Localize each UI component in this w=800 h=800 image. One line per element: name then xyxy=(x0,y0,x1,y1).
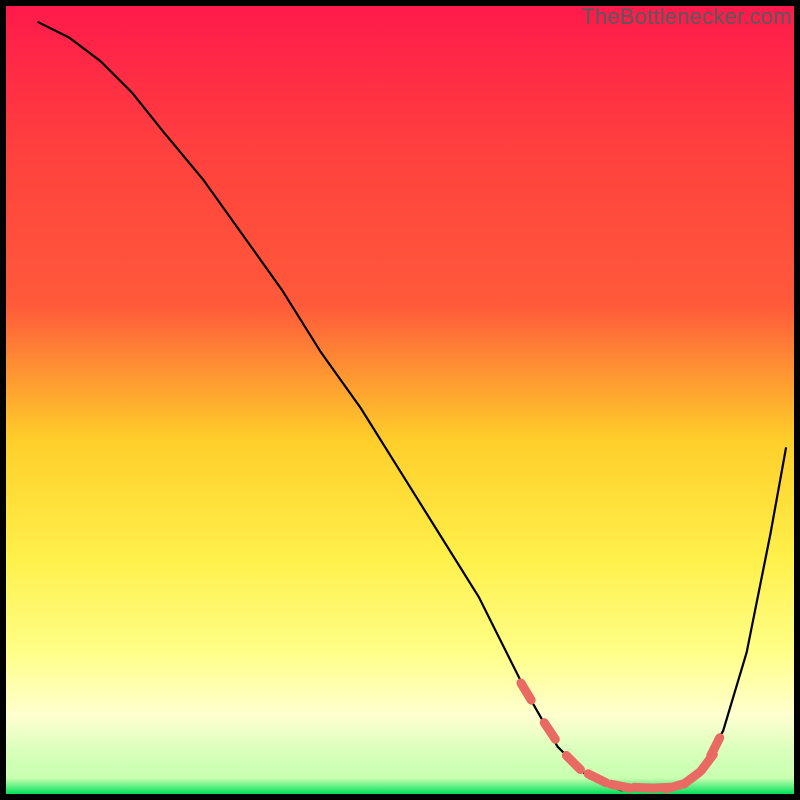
plot-background xyxy=(6,6,794,794)
chart-stage: TheBottlenecker.com xyxy=(0,0,800,800)
bottleneck-chart xyxy=(0,0,800,800)
watermark-label: TheBottlenecker.com xyxy=(582,4,792,30)
highlight-marker xyxy=(611,784,631,788)
